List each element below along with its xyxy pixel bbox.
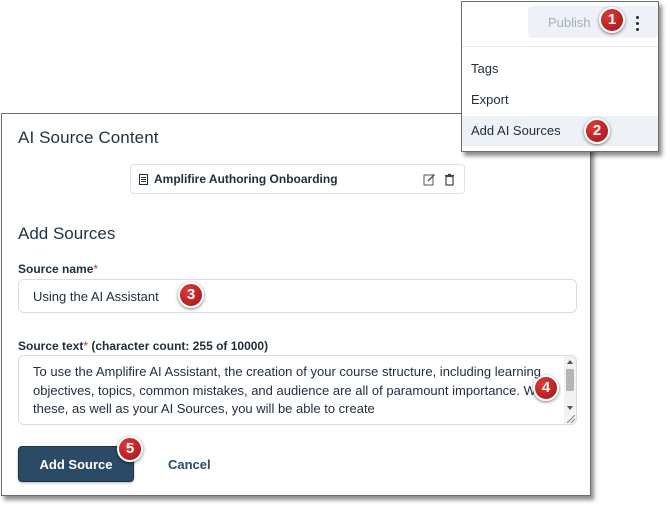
publish-label: Publish [548,15,591,30]
scroll-down-icon[interactable] [567,406,573,410]
source-card: Amplifire Authoring Onboarding [130,164,465,194]
menu-item-add-ai-sources[interactable]: Add AI Sources [462,116,658,146]
ai-source-content-panel: AI Source Content Amplifire Authoring On… [1,113,591,496]
character-count: (character count: 255 of 10000) [88,339,269,353]
textarea-scrollbar[interactable] [564,356,576,424]
source-text-label: Source text* (character count: 255 of 10… [18,339,269,353]
cancel-button[interactable]: Cancel [168,457,211,472]
scroll-up-icon[interactable] [567,360,573,364]
source-name-value: Using the AI Assistant [33,288,159,304]
source-text-input[interactable]: To use the Amplifire AI Assistant, the c… [18,355,577,425]
panel-title: AI Source Content [18,128,159,147]
document-icon [139,173,148,185]
source-card-name: Amplifire Authoring Onboarding [154,172,338,186]
trash-icon[interactable] [443,173,456,186]
callout-badge-2: 2 [584,118,610,144]
publish-dropdown-menu: Publish Tags Export Add AI Sources [461,1,659,152]
scroll-thumb[interactable] [566,369,574,391]
callout-badge-4: 4 [533,375,559,401]
menu-divider [462,46,658,47]
source-name-input[interactable]: Using the AI Assistant [18,279,577,313]
edit-icon[interactable] [423,173,436,186]
more-options-icon[interactable] [626,11,650,35]
callout-badge-1: 1 [599,7,625,33]
callout-badge-5: 5 [117,436,143,462]
callout-badge-3: 3 [178,282,204,308]
publish-button[interactable]: Publish [528,6,658,38]
menu-item-tags[interactable]: Tags [462,54,658,84]
source-name-label: Source name* [18,262,99,276]
add-sources-heading: Add Sources [18,224,116,243]
resize-grip-icon[interactable] [567,415,575,423]
required-mark: * [93,262,99,276]
source-text-value: To use the Amplifire AI Assistant, the c… [33,364,550,416]
menu-item-export[interactable]: Export [462,85,658,115]
